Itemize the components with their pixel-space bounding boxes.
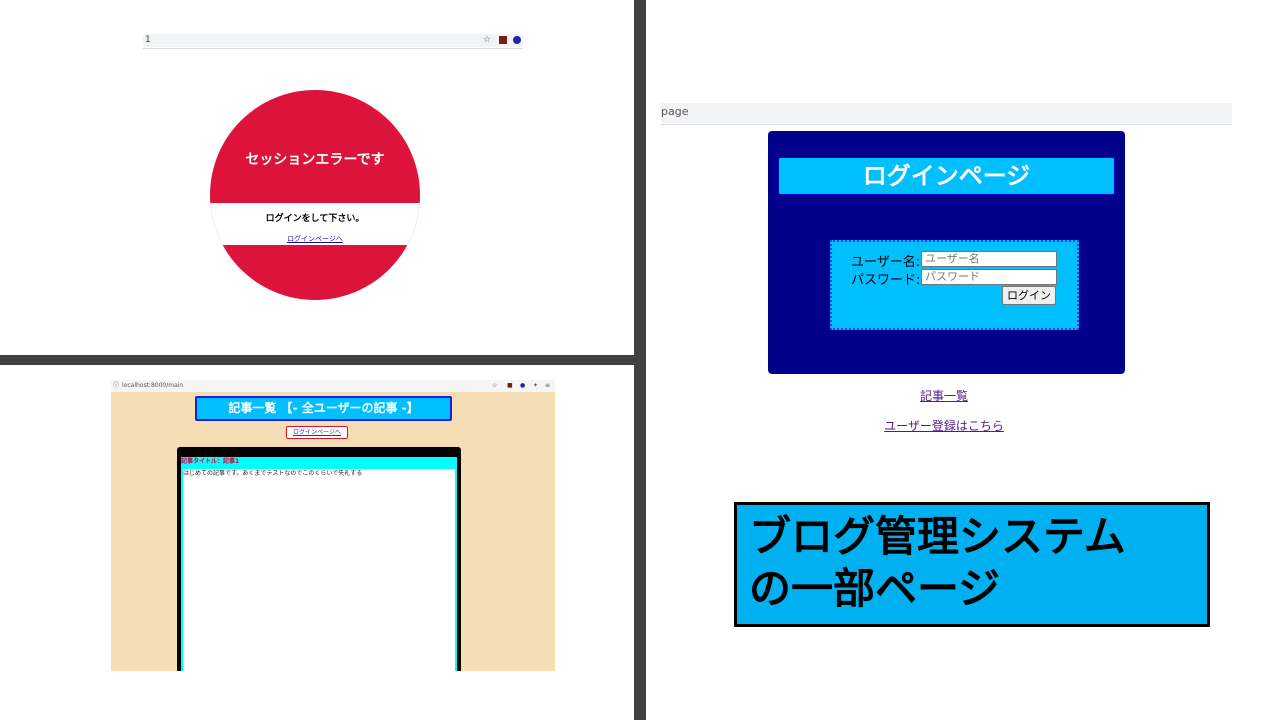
extension-icon[interactable]: ● (520, 380, 525, 392)
address-bar[interactable]: page (661, 103, 1232, 123)
bookmark-star-icon[interactable]: ☆ (492, 380, 497, 392)
password-input[interactable]: パスワード (921, 269, 1057, 285)
register-link[interactable]: ユーザー登録はこちら (870, 417, 1018, 434)
login-button[interactable]: ログイン (1002, 286, 1056, 305)
extension-icon[interactable] (513, 36, 521, 44)
error-circle (210, 90, 420, 300)
caption-line: ブログ管理システム (749, 512, 1126, 561)
article-title[interactable]: 記事タイトル：記事1 (181, 457, 457, 467)
article-list-title: 記事一覧 【- 全ユーザーの記事 -】 (195, 396, 452, 421)
toolbar-divider (143, 48, 523, 49)
caption-box: ブログ管理システム の一部ページ (734, 502, 1210, 627)
article-body: はじめての記事です。あくまでテストなのでこのくらいで失礼する (183, 469, 455, 671)
error-title: セッションエラーです (245, 152, 385, 168)
login-page-title: ログインページ (778, 157, 1115, 195)
login-page-link[interactable]: ログインページへ (286, 426, 348, 439)
extension-icon[interactable] (499, 36, 507, 44)
bookmark-star-icon[interactable]: ☆ (483, 34, 491, 47)
toolbar-divider (661, 124, 1232, 125)
panel-divider-horizontal (0, 355, 640, 365)
address-url[interactable]: 1 (145, 34, 151, 47)
username-label: ユーザー名: (851, 255, 921, 270)
puzzle-icon[interactable]: ✦ (533, 380, 538, 392)
address-bar[interactable]: 1 ☆ (143, 34, 523, 47)
address-url[interactable]: localhost:8000/main (122, 380, 183, 392)
password-label: パスワード: (851, 273, 921, 288)
caption-line: の一部ページ (749, 564, 1001, 613)
extension-icon[interactable]: ■ (507, 380, 513, 392)
menu-icon[interactable]: ≡ (545, 380, 550, 392)
info-icon[interactable]: ⓘ (113, 380, 119, 392)
address-url[interactable]: page (661, 105, 688, 118)
login-page-link[interactable]: ログインページへ (210, 234, 420, 244)
error-message: ログインをして下さい。 (265, 214, 365, 224)
address-bar[interactable]: ⓘ localhost:8000/main ☆ ■ ● ✦ ≡ (111, 380, 555, 392)
username-input[interactable]: ユーザー名 (921, 251, 1057, 267)
articles-link[interactable]: 記事一覧 (900, 387, 988, 404)
